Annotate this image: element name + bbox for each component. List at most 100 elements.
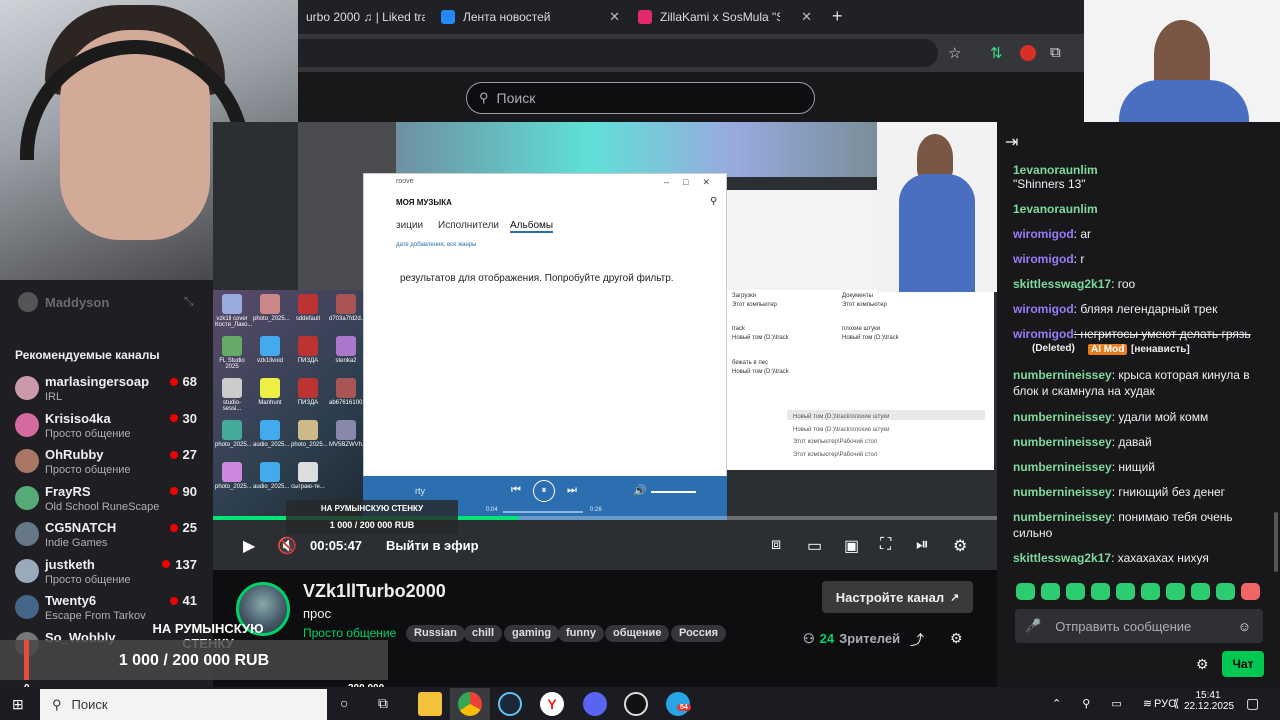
emote-icon[interactable]: [1216, 583, 1235, 600]
collapse-chat-icon[interactable]: ⇥: [1005, 132, 1018, 152]
emoji-icon[interactable]: ☺: [1238, 619, 1251, 634]
collapse-icon[interactable]: ⤡: [184, 294, 194, 309]
desktop-file-icon[interactable]: [336, 420, 356, 440]
cortana-icon[interactable]: ○: [340, 695, 348, 711]
tab-liked-tracks[interactable]: urbo 2000 ♫ | Liked tra: [298, 4, 433, 30]
explorer-label[interactable]: Документы: [842, 293, 873, 299]
chat-settings-icon[interactable]: ⚙: [1196, 656, 1209, 673]
chat-username[interactable]: numbernineissey: [1013, 368, 1112, 382]
user-settings-icon[interactable]: ⚙: [950, 630, 963, 647]
microphone-icon[interactable]: 🎤: [1025, 618, 1041, 634]
explorer-list-row[interactable]: Новый том (D:)\track\плохие штуки: [793, 414, 889, 420]
desktop-file-icon[interactable]: [298, 336, 318, 356]
extension-icon[interactable]: ⇅: [990, 44, 1003, 62]
yandex-icon[interactable]: Y: [540, 692, 564, 716]
chat-username[interactable]: skittlesswag2k17: [1013, 277, 1111, 291]
volume-icon[interactable]: 🔊: [633, 484, 647, 497]
volume-slider[interactable]: [651, 491, 696, 493]
desktop-file-icon[interactable]: [222, 462, 242, 482]
search-icon[interactable]: ⚲: [710, 196, 717, 207]
file-explorer-icon[interactable]: [418, 692, 442, 716]
stream-tag[interactable]: funny: [558, 625, 604, 642]
channel-item[interactable]: justketh Просто общение 137: [15, 555, 205, 591]
chat-input[interactable]: 🎤 Отправить сообщение ☺: [1015, 609, 1263, 643]
close-tab-icon[interactable]: ✕: [801, 9, 812, 25]
explorer-list-row[interactable]: Этот компьютер\Рабочий стол: [793, 452, 877, 458]
windows-start-icon[interactable]: ⊞: [12, 696, 24, 713]
desktop-file-icon[interactable]: [260, 294, 280, 314]
window-controls[interactable]: –□✕: [664, 177, 724, 188]
close-tab-icon[interactable]: ✕: [609, 9, 620, 25]
explorer-label[interactable]: Новый том (D:)\track: [732, 335, 789, 341]
emote-icon[interactable]: [1241, 583, 1260, 600]
search-input[interactable]: ⚲ Поиск: [466, 82, 815, 114]
chat-username[interactable]: skittlesswag2k17: [1013, 551, 1111, 565]
stream-tag[interactable]: chill: [464, 625, 503, 642]
tab-vk-news[interactable]: Лента новостей ✕: [433, 4, 628, 30]
stream-tag[interactable]: Russian: [406, 625, 465, 642]
desktop-file-icon[interactable]: [298, 462, 318, 482]
new-tab-button[interactable]: +: [832, 6, 843, 27]
channel-name[interactable]: VZk1llTurbo2000: [303, 581, 446, 602]
fullscreen-icon[interactable]: ⛶: [880, 536, 891, 554]
stream-category-link[interactable]: Просто общение: [303, 626, 396, 640]
desktop-file-icon[interactable]: [336, 378, 356, 398]
explorer-label[interactable]: плохие штуки: [842, 326, 880, 332]
chat-username[interactable]: wiromigod: [1013, 302, 1074, 316]
channel-item[interactable]: Krisiso4ka Просто общение 30: [15, 409, 205, 445]
desktop-file-icon[interactable]: [222, 294, 242, 314]
emote-icon[interactable]: [1016, 583, 1035, 600]
address-field[interactable]: [298, 39, 938, 67]
desktop-file-icon[interactable]: [336, 336, 356, 356]
chat-scrollbar[interactable]: [1274, 512, 1278, 572]
mute-icon[interactable]: 🔇: [277, 536, 297, 556]
desktop-file-icon[interactable]: [298, 420, 318, 440]
clock[interactable]: 15:41 22.12.2025: [1184, 690, 1234, 712]
emote-icon[interactable]: [1141, 583, 1160, 600]
share-icon[interactable]: ⤴: [910, 630, 924, 650]
next-icon[interactable]: ⏭: [567, 484, 577, 497]
previous-icon[interactable]: ⏮: [511, 484, 521, 497]
explorer-list-row[interactable]: Новый том (D:)\track\плохие штуки: [793, 427, 889, 433]
picture-in-picture-icon[interactable]: ▣: [844, 536, 859, 556]
explorer-label[interactable]: Загрузки: [732, 293, 756, 299]
emote-icon[interactable]: [1166, 583, 1185, 600]
emote-icon[interactable]: [1091, 583, 1110, 600]
emote-icon[interactable]: [1066, 583, 1085, 600]
theatre-icon[interactable]: ▭: [807, 536, 822, 556]
desktop-file-icon[interactable]: [222, 378, 242, 398]
tab-albums[interactable]: Альбомы: [510, 220, 554, 233]
desktop-file-icon[interactable]: [222, 336, 242, 356]
emote-icon[interactable]: [1191, 583, 1210, 600]
desktop-file-icon[interactable]: [260, 420, 280, 440]
pause-icon[interactable]: ⏸: [533, 480, 555, 502]
desktop-file-icon[interactable]: [298, 378, 318, 398]
explorer-label[interactable]: Новый том (D:)\track: [732, 369, 789, 375]
obs-icon[interactable]: [624, 692, 648, 716]
explorer-label[interactable]: Этот компьютер: [732, 302, 777, 308]
channel-item[interactable]: CG5NATCH Indie Games 25: [15, 518, 205, 554]
channel-item[interactable]: FrayRS Old School RuneScape 90: [15, 482, 205, 518]
tab-compositions[interactable]: зиции: [396, 220, 423, 231]
chat-username[interactable]: wiromigod: [1013, 252, 1074, 266]
chat-username[interactable]: numbernineissey: [1013, 485, 1112, 499]
chat-username[interactable]: numbernineissey: [1013, 435, 1112, 449]
discord-icon[interactable]: [583, 692, 607, 716]
desktop-file-icon[interactable]: [298, 294, 318, 314]
desktop-file-icon[interactable]: [260, 378, 280, 398]
desktop-file-icon[interactable]: [260, 462, 280, 482]
taskbar-search[interactable]: ⚲ Поиск: [40, 689, 327, 720]
keyboard-language[interactable]: РУС: [1154, 698, 1176, 710]
chrome-icon[interactable]: [458, 692, 482, 716]
steam-icon[interactable]: [498, 692, 522, 716]
chat-username[interactable]: 1evanoraunlim: [1013, 202, 1098, 216]
stream-tag[interactable]: Россия: [671, 625, 727, 642]
explorer-label[interactable]: track: [732, 326, 745, 332]
stream-tag[interactable]: общение: [605, 625, 670, 642]
play-icon[interactable]: ▶: [243, 536, 255, 556]
explorer-label[interactable]: бежать в лес: [732, 360, 768, 366]
explorer-list-row[interactable]: Этот компьютер\Рабочий стол: [793, 439, 877, 445]
explorer-label[interactable]: Новый том (D:)\track: [842, 335, 899, 341]
go-live-button[interactable]: Выйти в эфир: [386, 538, 479, 553]
sort-filter[interactable]: дате добавления, все жанры: [396, 242, 476, 248]
